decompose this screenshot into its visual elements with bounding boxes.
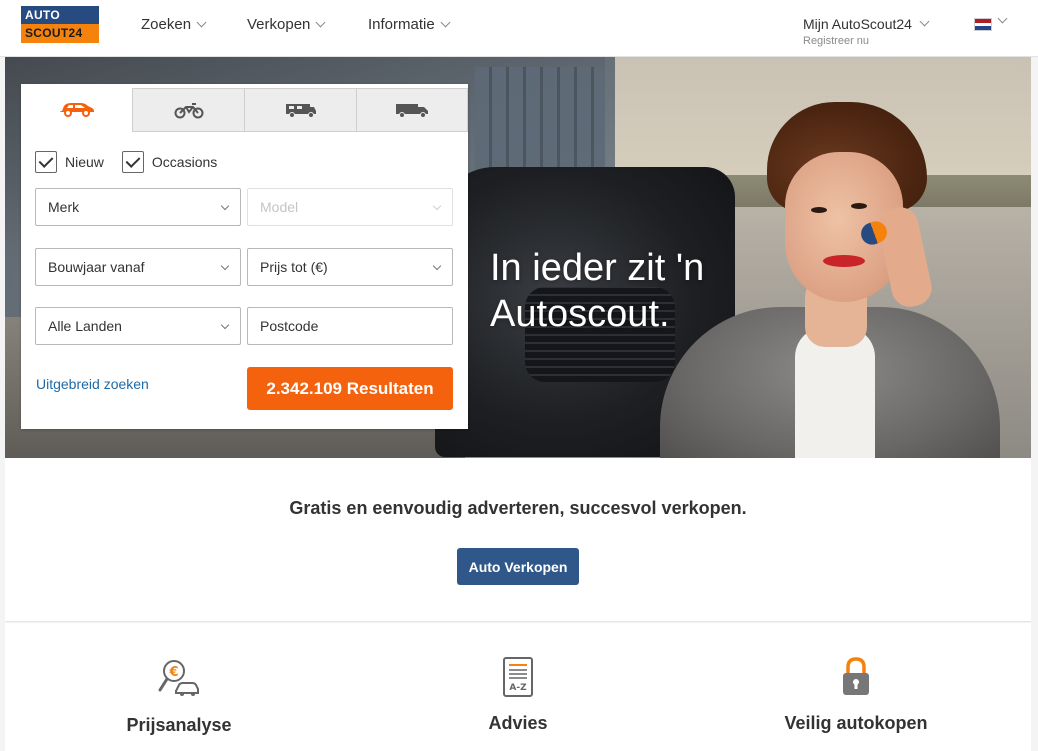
chevron-down-icon [220,320,230,329]
checkbox-checked-icon[interactable] [35,151,57,173]
svg-text:A-Z: A-Z [509,683,527,693]
sell-section: Gratis en eenvoudig adverteren, succesvo… [5,458,1031,622]
chevron-down-icon[interactable] [997,13,1008,24]
postcode-field[interactable] [247,307,453,345]
year-from-select-value: Bouwjaar vanaf [48,259,145,275]
hero-person-lips [823,255,865,267]
advice-document-icon: A-Z [503,657,533,697]
model-select-value: Model [260,199,299,215]
hero-slogan: In ieder zit 'n Autoscout. [490,245,704,337]
price-to-select-value: Prijs tot (€) [260,259,328,275]
feature-advice[interactable]: A-Z Advies [408,657,628,734]
feature-price-analysis[interactable]: € Prijsanalyse [69,657,289,736]
make-select-value: Merk [48,199,80,215]
car-icon [59,103,94,117]
logo-text-auto: AUTO [25,8,60,22]
nav-informatie[interactable]: Informatie [368,16,451,33]
nav-verkopen-label: Verkopen [247,16,311,33]
nav-verkopen[interactable]: Verkopen [247,16,326,33]
chevron-down-icon [315,17,326,27]
feature-price-analysis-label: Prijsanalyse [126,715,232,735]
nl-flag-icon[interactable] [974,18,992,31]
show-results-button[interactable]: 2.342.109 Resultaten [247,367,453,410]
tab-camper[interactable] [244,88,357,132]
autoscout24-logo[interactable]: AUTO SCOUT24 [21,6,99,43]
feature-safe-buying-label: Veilig autokopen [784,713,928,733]
hero-slogan-line1: In ieder zit 'n [490,247,705,289]
tab-motorbike[interactable] [132,88,245,132]
padlock-icon [843,657,869,695]
nav-zoeken[interactable]: Zoeken [141,16,207,33]
checkbox-occasions-label: Occasions [151,154,218,170]
postcode-input[interactable] [260,318,440,334]
quick-search-panel: Nieuw Occasions Merk Model Bouwjaar vana… [21,84,468,429]
make-select[interactable]: Merk [35,188,241,226]
logo-text-scout24: SCOUT24 [25,26,83,40]
chevron-down-icon [432,201,442,210]
chevron-down-icon [220,261,230,270]
checkbox-occasions[interactable]: Occasions [121,151,218,173]
hero-person-eye [851,203,867,209]
price-analysis-icon: € [158,660,199,696]
motorbike-icon [174,103,203,119]
checkbox-checked-icon[interactable] [121,151,144,173]
country-select[interactable]: Alle Landen [35,307,241,345]
top-header: AUTO SCOUT24 Zoeken Verkopen Informatie … [0,0,1038,57]
hero-slogan-line2: Autoscout. [490,293,670,335]
feature-advice-label: Advies [488,713,548,733]
year-from-select[interactable]: Bouwjaar vanaf [35,248,241,286]
chevron-down-icon [432,261,442,270]
truck-icon [396,104,428,118]
chevron-down-icon [919,16,930,27]
vehicle-type-tabs [21,84,468,132]
checkbox-nieuw-label: Nieuw [65,154,104,170]
model-select[interactable]: Model [247,188,453,226]
account-menu[interactable]: Mijn AutoScout24 Registreer nu [803,16,930,47]
camper-icon [285,104,316,118]
svg-text:€: € [168,665,178,680]
sell-car-button[interactable]: Auto Verkopen [457,548,579,585]
account-label: Mijn AutoScout24 [803,16,912,32]
country-select-value: Alle Landen [48,318,122,334]
price-to-select[interactable]: Prijs tot (€) [247,248,453,286]
chevron-down-icon [440,17,451,27]
nav-zoeken-label: Zoeken [141,16,192,33]
register-link[interactable]: Registreer nu [803,35,928,47]
checkbox-nieuw[interactable]: Nieuw [35,151,104,173]
tab-truck[interactable] [356,88,468,132]
chevron-down-icon [196,17,207,27]
features-section: € Prijsanalyse A-Z Advies Veilig autokop… [5,623,1031,751]
tab-car[interactable] [21,84,132,132]
nav-informatie-label: Informatie [368,16,435,33]
advanced-search-link[interactable]: Uitgebreid zoeken [36,376,149,392]
condition-filters: Nieuw Occasions [35,151,217,173]
chevron-down-icon [220,201,230,210]
hero-person-eye [811,207,827,213]
sell-headline: Gratis en eenvoudig adverteren, succesvo… [289,498,747,518]
feature-safe-buying[interactable]: Veilig autokopen [746,657,966,734]
